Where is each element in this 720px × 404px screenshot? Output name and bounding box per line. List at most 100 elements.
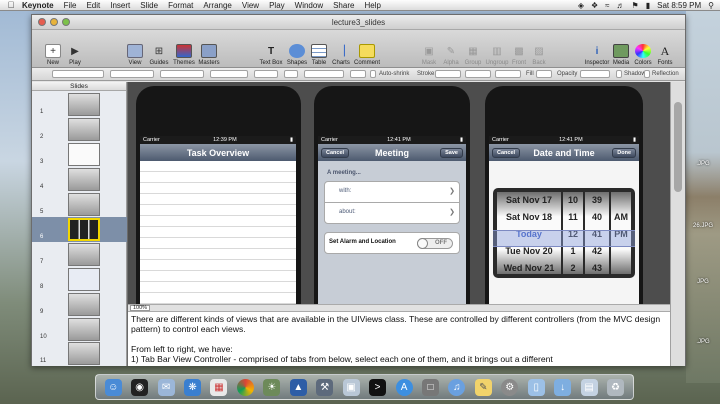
slide-preview <box>68 118 100 141</box>
slide-canvas[interactable]: Carrier 12:39 PM ▮ Task Overview Carrier 12… <box>128 82 670 304</box>
menu-app-name[interactable]: Keynote <box>22 1 54 10</box>
desktop-file-label[interactable]: JPG <box>688 279 718 285</box>
finder-icon[interactable]: ☺ <box>104 378 122 396</box>
volume-icon[interactable]: ♬ <box>617 1 625 10</box>
font-style-select[interactable] <box>210 70 248 78</box>
xcode-icon[interactable]: ⚒ <box>316 378 334 396</box>
desktop-file-label[interactable]: 26.JPG <box>688 223 718 229</box>
paragraph-select[interactable] <box>110 70 154 78</box>
style-select[interactable] <box>52 70 104 78</box>
appstore-icon[interactable]: A <box>395 378 413 396</box>
documents-icon[interactable]: ▤ <box>580 378 598 396</box>
settings-icon[interactable]: ⚙ <box>501 378 519 396</box>
cancel-button[interactable]: Cancel <box>492 148 521 158</box>
done-button[interactable]: Done <box>612 148 636 158</box>
presenter-notes[interactable]: There are different kinds of views that … <box>128 312 670 366</box>
date-picker[interactable]: Sat Nov 17 Sat Nov 18 Today Tue Nov 20 W… <box>493 188 635 278</box>
save-button[interactable]: Save <box>440 148 463 158</box>
scrollbar-thumb[interactable] <box>674 102 682 192</box>
slide-thumbnail[interactable]: 10 <box>40 317 120 342</box>
slide-thumbnail[interactable]: 8 <box>40 267 120 292</box>
zoom-select[interactable]: 100% <box>130 305 150 311</box>
play-button[interactable]: ▶ Play <box>58 32 92 67</box>
keynote-icon[interactable]: ▲ <box>289 378 307 396</box>
mail-icon[interactable]: ✉ <box>157 378 175 396</box>
slide-thumbnail[interactable]: 2 <box>40 117 120 142</box>
desktop-file-label[interactable]: .JPG <box>688 161 718 167</box>
font-size-select[interactable] <box>254 70 278 78</box>
dashboard-icon[interactable]: ◉ <box>131 378 149 396</box>
slide-number: 9 <box>40 309 44 315</box>
vertical-scrollbar[interactable] <box>670 82 685 366</box>
dropbox-icon[interactable]: ◈ <box>578 1 584 10</box>
carrier-label: Carrier <box>492 137 509 143</box>
charts-icon: ▕ <box>337 45 345 57</box>
menu-view[interactable]: View <box>242 1 259 10</box>
photo-icon[interactable]: ☀ <box>263 378 281 396</box>
cancel-button[interactable]: Cancel <box>321 148 350 158</box>
spotlight-icon[interactable]: ⚲ <box>708 1 714 10</box>
menu-slide[interactable]: Slide <box>140 1 158 10</box>
desktop-file-label[interactable]: .JPG <box>688 339 718 345</box>
slide-thumbnail[interactable]: 11 <box>40 341 120 366</box>
stroke-color-well[interactable] <box>495 70 521 78</box>
menu-help[interactable]: Help <box>364 1 380 10</box>
about-field[interactable]: about: ❯ <box>324 202 460 224</box>
trash-icon[interactable]: ♻ <box>607 378 625 396</box>
fill-color-well[interactable] <box>536 70 552 78</box>
menu-arrange[interactable]: Arrange <box>203 1 231 10</box>
spacing-select[interactable] <box>350 70 366 78</box>
wifi-icon[interactable]: ≈ <box>605 1 609 10</box>
slide-thumbnail[interactable]: 9 <box>40 292 120 317</box>
slide-thumbnail[interactable]: 3 <box>40 142 120 167</box>
alarm-toggle[interactable]: OFF <box>417 238 453 249</box>
downloads-icon[interactable]: ↓ <box>554 378 572 396</box>
reflection-checkbox[interactable] <box>644 70 650 78</box>
text-color-well[interactable] <box>284 70 298 78</box>
back-button[interactable]: ▨ Back <box>522 32 556 67</box>
menu-clock[interactable]: Sat 8:59 PM <box>657 1 701 10</box>
battery-icon[interactable]: ▮ <box>646 1 650 10</box>
stroke-style-select[interactable] <box>435 70 461 78</box>
slide-number: 1 <box>40 109 44 115</box>
folder-icon[interactable]: ▯ <box>527 378 545 396</box>
menu-edit[interactable]: Edit <box>86 1 100 10</box>
calendar-icon[interactable]: ▦ <box>210 378 228 396</box>
vmware-icon[interactable]: □ <box>421 378 439 396</box>
menu-insert[interactable]: Insert <box>110 1 130 10</box>
menu-window[interactable]: Window <box>295 1 323 10</box>
group-icon: ▦ <box>468 45 478 57</box>
view-label: View <box>128 60 142 66</box>
itunes-icon[interactable]: ♫ <box>448 378 466 396</box>
font-family-select[interactable] <box>160 70 204 78</box>
masters-button[interactable]: Masters <box>192 32 226 66</box>
chrome-icon[interactable] <box>236 378 254 396</box>
shadow-checkbox[interactable] <box>616 70 622 78</box>
flag-icon[interactable]: ⚑ <box>632 1 639 10</box>
comment-button[interactable]: Comment <box>350 32 384 66</box>
menu-play[interactable]: Play <box>269 1 285 10</box>
stroke-width-select[interactable] <box>465 70 491 78</box>
zoom-bar: 100% <box>128 304 670 312</box>
alignment-buttons[interactable] <box>304 70 344 78</box>
safari-icon[interactable]: ❋ <box>184 378 202 396</box>
group-title-text: A meeting... <box>327 170 361 176</box>
apple-menu-icon[interactable]:  <box>6 0 16 10</box>
slide-thumbnail[interactable]: 1 <box>40 92 120 117</box>
fonts-button[interactable]: A Fonts <box>648 32 682 67</box>
with-field[interactable]: with: ❯ <box>324 181 460 203</box>
bluetooth-icon[interactable]: ❖ <box>591 1 598 10</box>
slide-thumbnail-selected[interactable]: 6 <box>32 217 127 242</box>
menu-format[interactable]: Format <box>168 1 193 10</box>
notes-icon[interactable]: ✎ <box>474 378 492 396</box>
menu-share[interactable]: Share <box>333 1 354 10</box>
autoshrink-checkbox[interactable] <box>370 70 376 78</box>
opacity-field[interactable] <box>580 70 610 78</box>
slide-thumbnail[interactable]: 5 <box>40 192 120 217</box>
preview-icon[interactable]: ▣ <box>342 378 360 396</box>
slide-thumbnail[interactable]: 4 <box>40 167 120 192</box>
terminal-icon[interactable]: > <box>369 378 387 396</box>
play-icon: ▶ <box>71 45 79 57</box>
menu-file[interactable]: File <box>64 1 77 10</box>
slide-thumbnail[interactable]: 7 <box>40 242 120 267</box>
